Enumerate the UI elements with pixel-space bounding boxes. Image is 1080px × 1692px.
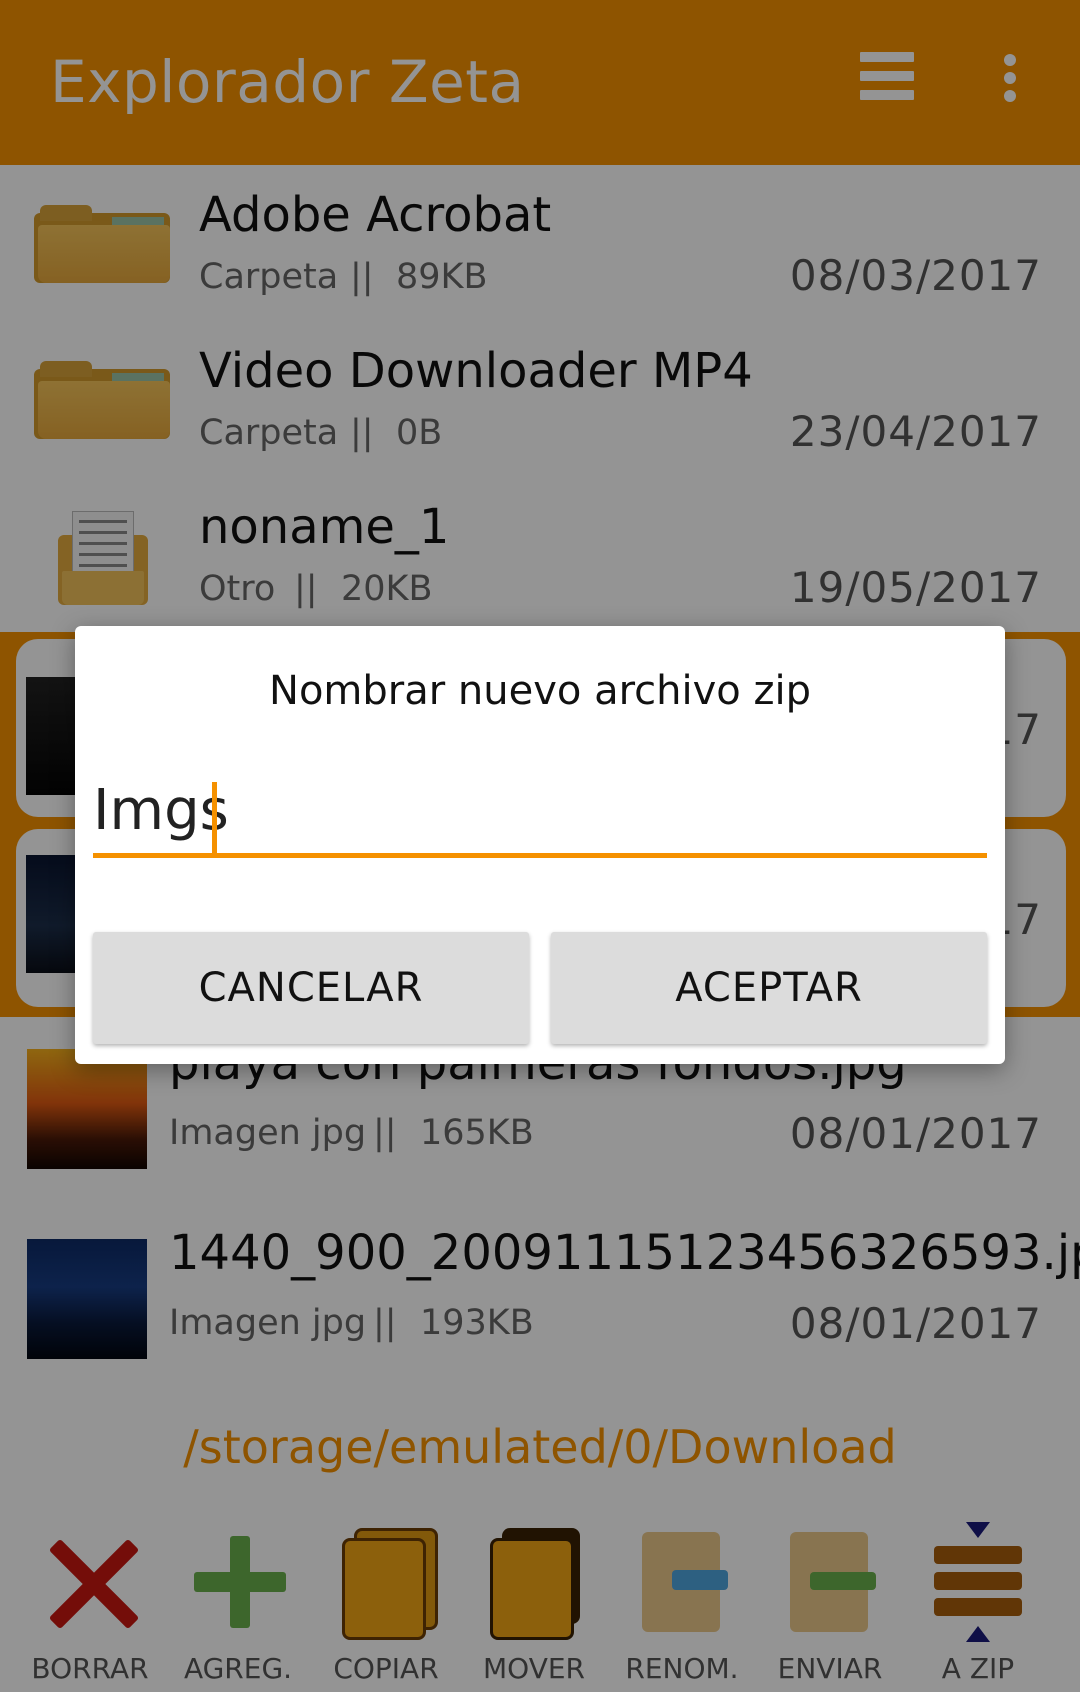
- text-cursor: [212, 782, 217, 854]
- dialog-title: Nombrar nuevo archivo zip: [269, 668, 811, 714]
- zip-name-input[interactable]: [93, 776, 987, 858]
- zip-name-dialog: Nombrar nuevo archivo zip CANCELAR ACEPT…: [75, 626, 1005, 1064]
- cancel-button[interactable]: CANCELAR: [93, 932, 529, 1044]
- accept-button[interactable]: ACEPTAR: [551, 932, 987, 1044]
